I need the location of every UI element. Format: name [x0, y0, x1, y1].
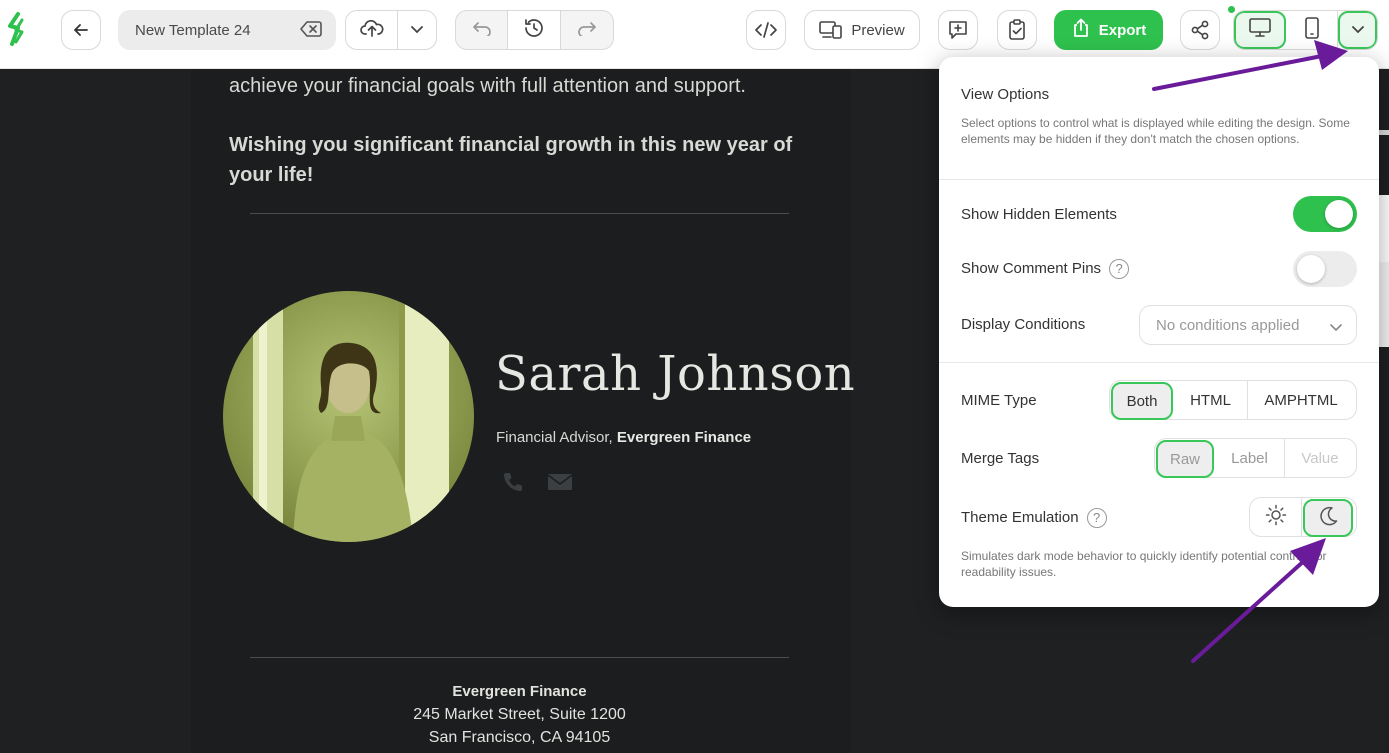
theme-emulation-label: Theme Emulation — [961, 508, 1079, 526]
mime-type-label: MIME Type — [961, 392, 1037, 409]
moon-icon — [1317, 505, 1339, 531]
mime-option-amphtml[interactable]: AMPHTML — [1248, 381, 1354, 419]
show-hidden-toggle[interactable] — [1293, 196, 1357, 232]
view-mode-group — [1233, 10, 1378, 50]
template-name-field[interactable]: New Template 24 — [118, 10, 336, 50]
export-icon — [1071, 18, 1091, 42]
save-group — [345, 10, 437, 50]
role-title: Financial Advisor, — [496, 429, 617, 446]
theme-emulation-row: Theme Emulation? — [961, 508, 1107, 528]
checklist-button[interactable] — [997, 10, 1037, 50]
merge-tags-label: Merge Tags — [961, 450, 1040, 467]
display-conditions-label: Display Conditions — [961, 316, 1086, 333]
signature-role[interactable]: Financial Advisor, Evergreen Finance — [496, 429, 751, 446]
background-panel-edge — [1379, 262, 1389, 347]
phone-icon — [1304, 16, 1319, 44]
divider — [250, 657, 789, 658]
clipboard-check-icon — [1007, 19, 1027, 41]
mime-type-selector: Both HTML AMPHTML — [1109, 380, 1357, 420]
app-logo — [4, 10, 28, 50]
merge-option-raw[interactable]: Raw — [1156, 440, 1214, 478]
view-options-dropdown[interactable] — [1338, 11, 1377, 49]
footer-company[interactable]: Evergreen Finance — [300, 683, 739, 700]
clear-icon[interactable] — [300, 20, 322, 42]
show-comment-pins-row: Show Comment Pins? — [961, 259, 1130, 279]
footer-address-line1[interactable]: 245 Market Street, Suite 1200 — [300, 706, 739, 724]
email-greeting[interactable]: Wishing you significant financial growth… — [229, 130, 819, 190]
theme-note: Simulates dark mode behavior to quickly … — [961, 549, 1327, 579]
upload-button[interactable] — [346, 11, 398, 49]
phone-icon[interactable] — [501, 470, 525, 499]
mime-option-both[interactable]: Both — [1111, 382, 1173, 420]
divider — [250, 213, 789, 214]
status-dot — [1228, 6, 1235, 13]
share-icon — [1190, 20, 1210, 40]
separator — [939, 362, 1379, 363]
chevron-down-icon — [1351, 21, 1364, 39]
share-button[interactable] — [1180, 10, 1220, 50]
footer-address-line2[interactable]: San Francisco, CA 94105 — [300, 729, 739, 747]
signature-name[interactable]: Sarah Johnson — [495, 346, 855, 402]
redo-button[interactable] — [561, 11, 613, 49]
profile-photo[interactable] — [223, 291, 474, 542]
cloud-upload-icon — [359, 18, 384, 43]
code-button[interactable] — [746, 10, 786, 50]
help-icon[interactable]: ? — [1086, 508, 1107, 528]
mime-option-html[interactable]: HTML — [1174, 381, 1248, 419]
merge-tags-selector: Raw Label Value — [1154, 438, 1357, 478]
history-icon — [523, 18, 545, 43]
email-paragraph[interactable]: achieve your financial goals with full a… — [229, 71, 829, 101]
display-conditions-value: No conditions applied — [1156, 316, 1300, 334]
popover-description: Select options to control what is displa… — [961, 116, 1350, 146]
show-comment-pins-toggle[interactable] — [1293, 251, 1357, 287]
background-panel-edge — [1379, 130, 1389, 135]
undo-button[interactable] — [456, 11, 509, 49]
save-options-dropdown[interactable] — [398, 11, 436, 49]
back-button[interactable] — [61, 10, 101, 50]
undo-icon — [472, 20, 492, 41]
help-icon[interactable]: ? — [1109, 259, 1130, 279]
show-hidden-label: Show Hidden Elements — [961, 206, 1117, 223]
mobile-view-button[interactable] — [1286, 11, 1338, 49]
sun-icon — [1265, 504, 1287, 530]
template-name: New Template 24 — [135, 21, 251, 39]
theme-light-button[interactable] — [1250, 498, 1302, 536]
comment-add-icon — [947, 19, 969, 41]
export-button[interactable]: Export — [1054, 10, 1163, 50]
preview-button[interactable]: Preview — [804, 10, 920, 50]
history-button[interactable] — [508, 11, 561, 49]
toggle-knob — [1297, 255, 1325, 283]
history-group — [455, 10, 614, 50]
monitor-icon — [1249, 17, 1271, 43]
merge-option-label[interactable]: Label — [1215, 439, 1285, 477]
background-panel-edge — [1379, 195, 1389, 265]
add-comment-button[interactable] — [938, 10, 978, 50]
view-options-popover: View Options Select options to control w… — [939, 57, 1379, 607]
display-conditions-select[interactable]: No conditions applied — [1139, 305, 1357, 345]
preview-label: Preview — [851, 21, 905, 39]
desktop-view-button[interactable] — [1234, 11, 1286, 49]
merge-option-value[interactable]: Value — [1285, 439, 1355, 477]
theme-selector — [1249, 497, 1357, 537]
chevron-down-icon — [411, 21, 423, 39]
company-name: Evergreen Finance — [616, 429, 752, 446]
mail-icon[interactable] — [547, 470, 573, 497]
toggle-knob — [1325, 200, 1353, 228]
show-comment-pins-label: Show Comment Pins — [961, 259, 1102, 277]
chevron-down-icon — [1330, 319, 1342, 336]
arrow-left-icon — [72, 21, 90, 39]
devices-icon — [819, 20, 843, 40]
code-icon — [755, 22, 777, 38]
separator — [939, 179, 1379, 180]
popover-title: View Options — [961, 86, 1050, 103]
export-label: Export — [1098, 21, 1147, 39]
redo-icon — [577, 20, 597, 41]
theme-dark-button[interactable] — [1303, 499, 1353, 537]
